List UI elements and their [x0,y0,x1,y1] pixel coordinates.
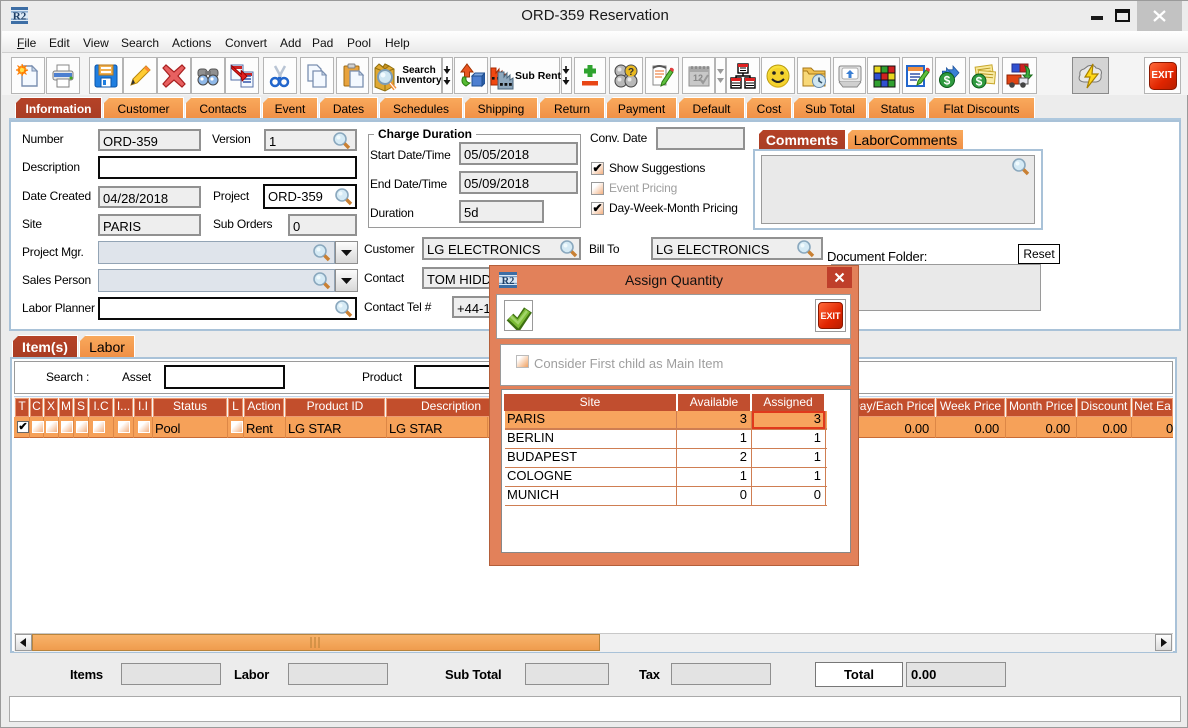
svg-text:$: $ [943,73,950,87]
svg-text:?: ? [628,67,634,78]
svg-text:$: $ [976,74,983,88]
